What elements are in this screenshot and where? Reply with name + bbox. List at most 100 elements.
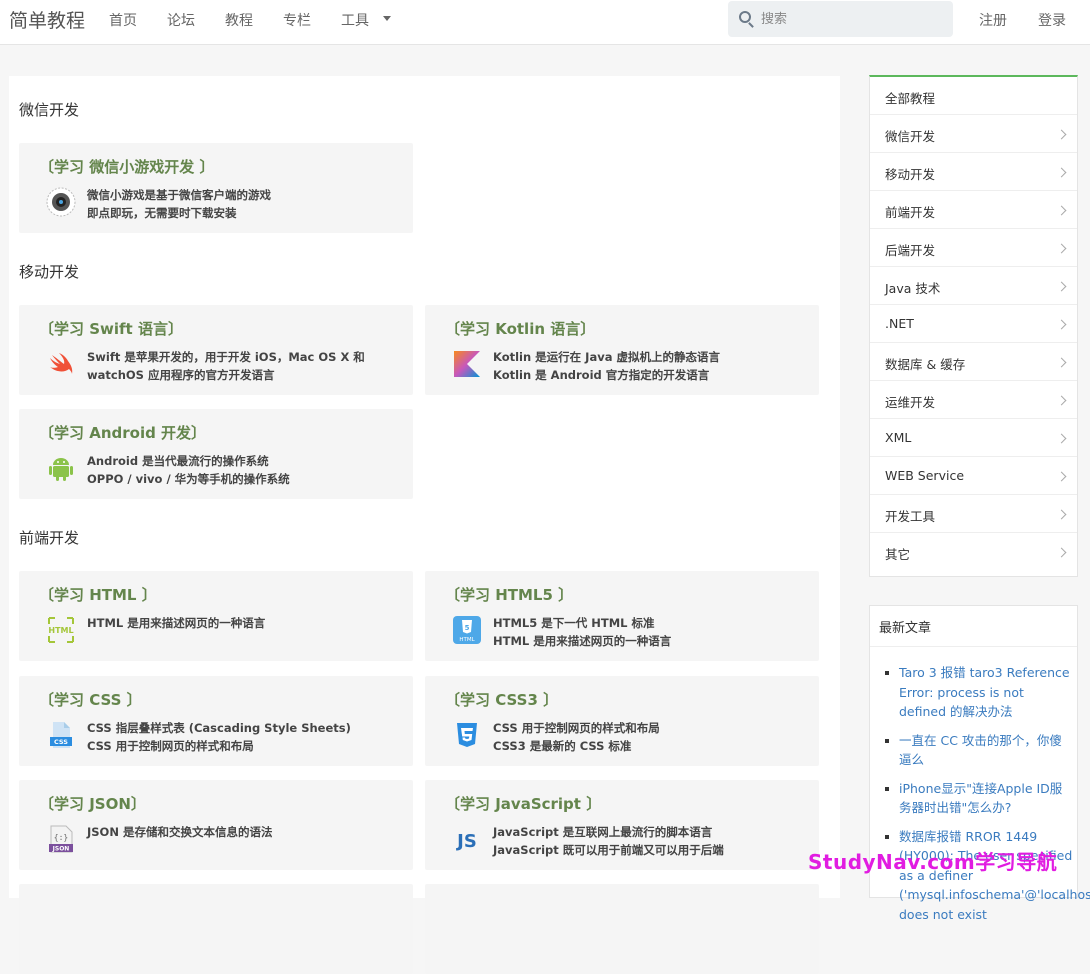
svg-text:CSS: CSS [54, 738, 68, 746]
sidebar-item-label: 移动开发 [885, 167, 936, 182]
sidebar-item-database[interactable]: 数据库 & 缓存 [870, 343, 1077, 381]
card-json[interactable]: 〔学习 JSON〕 {:} JSON JSON 是存储和交换文本信息的语法 [19, 780, 413, 870]
card-title[interactable]: 〔学习 微信小游戏开发 〕 [39, 156, 214, 177]
svg-text:JS: JS [455, 831, 477, 852]
card-desc-line2: HTML 是用来描述网页的一种语言 [493, 634, 672, 648]
chevron-right-icon [1056, 357, 1067, 368]
kotlin-icon [454, 351, 480, 377]
sidebar-item-label: 微信开发 [885, 129, 936, 144]
card-title[interactable]: 〔学习 JSON〕 [39, 793, 146, 814]
card-desc-line2: CSS3 是最新的 CSS 标准 [493, 739, 632, 753]
nav-columns[interactable]: 专栏 [283, 10, 311, 30]
svg-text:JSON: JSON [52, 846, 70, 853]
sidebar-item-dotnet[interactable]: .NET [870, 305, 1077, 343]
register-link[interactable]: 注册 [979, 10, 1007, 30]
card-android[interactable]: 〔学习 Android 开发〕 Android 是当代最流行的操作系统 OPPO… [19, 409, 413, 499]
sidebar-item-mobile[interactable]: 移动开发 [870, 153, 1077, 191]
card-javascript[interactable]: 〔学习 JavaScript 〕 JS JavaScript 是互联网上最流行的… [425, 780, 819, 870]
sidebar-item-webservice[interactable]: WEB Service [870, 457, 1077, 495]
chevron-right-icon [1056, 395, 1067, 406]
sidebar-item-label: XML [885, 430, 912, 445]
card-desc-line1: JavaScript 是互联网上最流行的脚本语言 [493, 825, 713, 839]
card-title[interactable]: 〔学习 Swift 语言〕 [39, 318, 183, 339]
sidebar-item-label: 数据库 & 缓存 [885, 357, 966, 372]
sidebar-item-wechat[interactable]: 微信开发 [870, 115, 1077, 153]
sidebar-item-backend[interactable]: 后端开发 [870, 229, 1077, 267]
sidebar-item-label: 开发工具 [885, 509, 936, 524]
sidebar-item-label: 运维开发 [885, 395, 936, 410]
card-desc-line2: Kotlin 是 Android 官方指定的开发语言 [493, 368, 710, 382]
section-title-frontend: 前端开发 [19, 529, 80, 547]
card-desc-line1: HTML 是用来描述网页的一种语言 [87, 616, 266, 630]
search-input[interactable] [761, 9, 941, 29]
android-icon [49, 458, 73, 481]
card-html5[interactable]: 〔学习 HTML5 〕 5 HTML HTML5 是下一代 HTML 标准 HT… [425, 571, 819, 661]
sidebar-item-other[interactable]: 其它 [870, 533, 1077, 571]
card-title[interactable]: 〔学习 Android 开发〕 [39, 422, 206, 443]
card-desc-line1: Swift 是苹果开发的，用于开发 iOS，Mac OS X 和 [87, 350, 365, 364]
latest-articles-title: 最新文章 [879, 621, 932, 636]
sidebar-item-java[interactable]: Java 技术 [870, 267, 1077, 305]
chevron-right-icon [1056, 547, 1067, 558]
card-title[interactable]: 〔学习 JavaScript 〕 [445, 793, 601, 814]
card-desc-line2: OPPO / vivo / 华为等手机的操作系统 [87, 472, 290, 486]
sidebar-item-all[interactable]: 全部教程 [870, 77, 1077, 115]
card-title[interactable]: 〔学习 CSS3 〕 [445, 689, 558, 710]
card-kotlin[interactable]: 〔学习 Kotlin 语言〕 Kotlin 是运行在 Java 虚拟机上的静态语… [425, 305, 819, 395]
card-desc-line2: watchOS 应用程序的官方开发语言 [87, 368, 275, 382]
sidebar-item-label: 前端开发 [885, 205, 936, 220]
nav-home[interactable]: 首页 [109, 10, 137, 30]
card-wechat-minigame[interactable]: 〔学习 微信小游戏开发 〕 微信小游戏是基于微信客户端的游戏 即点即玩，无需要时… [19, 143, 413, 233]
html5-icon: 5 HTML [453, 616, 481, 644]
latest-articles-list: Taro 3 报错 taro3 Reference Error: process… [884, 663, 1090, 933]
wechat-minigame-icon [46, 187, 76, 217]
card-html[interactable]: 〔学习 HTML 〕 HTML HTML 是用来描述网页的一种语言 [19, 571, 413, 661]
card-title[interactable]: 〔学习 Kotlin 语言〕 [445, 318, 595, 339]
card-desc-line1: CSS 用于控制网页的样式和布局 [493, 721, 660, 735]
card-title[interactable]: 〔学习 HTML 〕 [39, 584, 157, 605]
chevron-right-icon [1056, 129, 1067, 140]
section-title-wechat: 微信开发 [19, 101, 80, 119]
card-desc-line1: CSS 指层叠样式表 (Cascading Style Sheets) [87, 721, 351, 735]
chevron-right-icon [1056, 205, 1067, 216]
sidebar-item-label: WEB Service [885, 468, 965, 483]
sidebar-item-devops[interactable]: 运维开发 [870, 381, 1077, 419]
article-link[interactable]: 一直在 CC 攻击的那个，你傻逼么 [884, 731, 1074, 770]
login-link[interactable]: 登录 [1038, 10, 1066, 30]
card-desc-line1: Kotlin 是运行在 Java 虚拟机上的静态语言 [493, 350, 720, 364]
article-link[interactable]: iPhone显示"连接Apple ID服务器时出错"怎么办? [884, 779, 1074, 818]
sidebar-item-xml[interactable]: XML [870, 419, 1077, 457]
tutorial-list-panel: 微信开发 〔学习 微信小游戏开发 〕 微信小游戏是基于微信客户端的游戏 即点即玩… [9, 76, 840, 974]
svg-text:HTML: HTML [459, 637, 475, 643]
top-navbar: 简单教程 首页 论坛 教程 专栏 工具 注册 登录 [0, 0, 1090, 45]
chevron-right-icon [1056, 167, 1067, 178]
svg-text:{:}: {:} [54, 833, 68, 842]
article-link[interactable]: Taro 3 报错 taro3 Reference Error: process… [884, 663, 1074, 722]
search-box[interactable] [728, 1, 953, 37]
sidebar-item-devtools[interactable]: 开发工具 [870, 495, 1077, 533]
sidebar-item-label: Java 技术 [885, 281, 941, 296]
card-title[interactable]: 〔学习 HTML5 〕 [445, 584, 573, 605]
brand-logo[interactable]: 简单教程 [9, 6, 85, 33]
category-sidebar: 全部教程 微信开发 移动开发 前端开发 后端开发 Java 技术 .NET 数据… [869, 75, 1078, 577]
chevron-down-icon[interactable] [383, 16, 391, 21]
sidebar-item-label: 其它 [885, 547, 911, 562]
sidebar-item-label: 后端开发 [885, 243, 936, 258]
card-desc-line1: HTML5 是下一代 HTML 标准 [493, 616, 655, 630]
nav-tutorials[interactable]: 教程 [225, 10, 253, 30]
chevron-right-icon [1056, 509, 1067, 520]
card-css3[interactable]: 〔学习 CSS3 〕 CSS 用于控制网页的样式和布局 CSS3 是最新的 CS… [425, 676, 819, 766]
nav-tools[interactable]: 工具 [341, 10, 369, 30]
card-title[interactable]: 〔学习 CSS 〕 [39, 689, 142, 710]
card-swift[interactable]: 〔学习 Swift 语言〕 Swift 是苹果开发的，用于开发 iOS，Mac … [19, 305, 413, 395]
sidebar-item-frontend[interactable]: 前端开发 [870, 191, 1077, 229]
section-title-mobile: 移动开发 [19, 263, 80, 281]
search-icon [739, 11, 751, 23]
article-link[interactable]: 数据库报错 RROR 1449 (HY000): The user specif… [884, 827, 1090, 925]
divider [870, 646, 1077, 647]
card-css[interactable]: 〔学习 CSS 〕 CSS CSS 指层叠样式表 (Cascading Styl… [19, 676, 413, 766]
css3-icon [457, 723, 477, 747]
card-desc-line2: CSS 用于控制网页的样式和布局 [87, 739, 254, 753]
css-icon: CSS [50, 722, 72, 748]
nav-forum[interactable]: 论坛 [167, 10, 195, 30]
